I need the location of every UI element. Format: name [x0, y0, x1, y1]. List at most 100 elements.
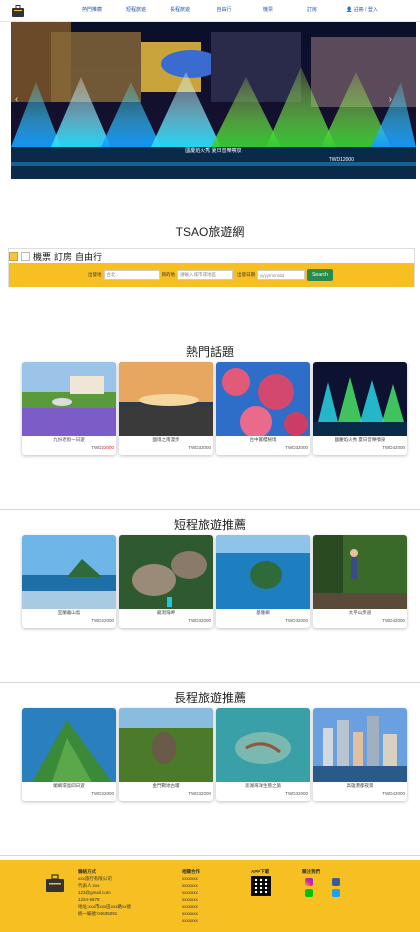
- tour-price: TWD32000: [285, 618, 308, 623]
- tour-card[interactable]: 金門戰地古蹟 TWD32000: [119, 708, 213, 801]
- hero-carousel[interactable]: ‹ › 國慶焰火秀 夏日音樂噴泉 TWD12000: [11, 22, 416, 179]
- date-input[interactable]: yyyy/mm/dd: [257, 270, 305, 280]
- partner-link[interactable]: xxxxxxx: [182, 910, 200, 917]
- nav-link-flight[interactable]: 機票: [246, 6, 290, 13]
- short-trip-cards: 宜蘭龜山島 TWD22000 龍洞灣岬 TWD32000 基隆嶼 TWD3200…: [22, 535, 407, 628]
- contact-email[interactable]: 123@gmail.com: [78, 889, 131, 896]
- tour-price: TWD22000: [91, 618, 114, 623]
- partner-link[interactable]: xxxxxxx: [182, 903, 200, 910]
- line-icon[interactable]: [305, 889, 313, 897]
- to-input[interactable]: 請輸入城市或地區: [177, 270, 233, 280]
- tour-card[interactable]: 九份老街一日遊 TWD22000: [22, 362, 116, 455]
- tour-price: TWD32000: [188, 445, 211, 450]
- tour-price: TWD32000: [188, 618, 211, 623]
- partner-link[interactable]: xxxxxxx: [182, 882, 200, 889]
- tour-card[interactable]: 蘭嶼環島四日遊 TWD22000: [22, 708, 116, 801]
- section-divider: [0, 855, 420, 856]
- tour-photo: [313, 535, 407, 609]
- section-title-hot: 熱門話題: [185, 345, 234, 359]
- hotel-tab-icon[interactable]: [21, 251, 30, 261]
- qr-code-icon[interactable]: [251, 876, 271, 896]
- tour-caption: 國境之南漫步: [152, 437, 180, 442]
- tab-flight[interactable]: 機票: [33, 250, 51, 263]
- search-form: 出發地 台北 目的地 請輸入城市或地區 出發日期 yyyy/mm/dd Sear…: [9, 263, 414, 287]
- contact-representative: 代表人:xxx: [78, 883, 100, 888]
- contact-phone: 1234-5678: [78, 897, 100, 902]
- tour-price: TWD42000: [382, 618, 405, 623]
- tour-caption: 龍洞灣岬: [157, 610, 175, 615]
- instagram-icon[interactable]: [305, 878, 313, 886]
- nav-link-free-travel[interactable]: 自由行: [202, 6, 246, 13]
- suitcase-logo-icon[interactable]: [11, 4, 25, 18]
- tab-hotel[interactable]: 訂房: [54, 250, 72, 263]
- hero-fountain-image: [11, 22, 416, 179]
- tour-caption: 基隆嶼: [256, 610, 270, 615]
- section-divider: [0, 509, 420, 510]
- twitter-icon[interactable]: [332, 889, 340, 897]
- top-navbar: 熱門推薦 短程旅遊 長程旅遊 自由行 機票 訂房 👤 註冊 / 登入: [0, 0, 420, 22]
- footer: 聯絡方式 xxx旅行有限公司 代表人:xxx 123@gmail.com 123…: [0, 860, 420, 932]
- tour-price: TWD22000: [91, 791, 114, 796]
- to-label: 目的地: [161, 272, 176, 277]
- tour-card[interactable]: 龍洞灣岬 TWD32000: [119, 535, 213, 628]
- tour-price: TWD42000: [382, 791, 405, 796]
- member-login-link[interactable]: 👤 註冊 / 登入: [334, 6, 390, 13]
- tour-caption: 國慶焰火秀 夏日音樂噴泉: [334, 437, 386, 442]
- tour-price: TWD32000: [285, 791, 308, 796]
- date-label: 出發日期: [237, 272, 255, 277]
- tour-card[interactable]: 國境之南漫步 TWD32000: [119, 362, 213, 455]
- flight-tab-icon[interactable]: [9, 251, 18, 261]
- tour-photo: [313, 362, 407, 436]
- tour-photo: [313, 708, 407, 782]
- tour-price: TWD32000: [285, 445, 308, 450]
- nav-link-hotel[interactable]: 訂房: [290, 6, 334, 13]
- from-label: 出發地: [88, 272, 102, 277]
- tour-caption: 太平山步道: [348, 610, 372, 615]
- tour-price: TWD22000: [91, 445, 114, 450]
- from-input[interactable]: 台北: [103, 270, 160, 280]
- carousel-prev-icon[interactable]: ‹: [15, 94, 18, 105]
- tour-price: TWD42000: [382, 445, 405, 450]
- nav-link-long-trip[interactable]: 長程旅遊: [158, 6, 202, 13]
- tour-photo: [216, 535, 310, 609]
- partner-heading: 相關合作: [182, 869, 200, 874]
- partner-link[interactable]: xxxxxxx: [182, 889, 200, 896]
- hero-caption: 國慶焰火秀 夏日音樂噴泉: [185, 148, 242, 154]
- tour-card[interactable]: 高雄港都夜景 TWD42000: [313, 708, 407, 801]
- site-title: TSAO旅遊網: [175, 225, 245, 239]
- tour-photo: [22, 535, 116, 609]
- section-divider: [0, 682, 420, 683]
- partner-link[interactable]: xxxxxxx: [182, 917, 200, 924]
- search-tabs: 機票 訂房 自由行: [9, 249, 105, 263]
- facebook-icon[interactable]: [332, 878, 340, 886]
- contact-heading: 聯絡方式: [78, 869, 96, 874]
- contact-address: 地址:xxx市xxx區xxx路xx號: [78, 904, 131, 909]
- search-button[interactable]: Search: [307, 269, 333, 281]
- tour-caption: 高雄港都夜景: [346, 783, 374, 788]
- tab-free-travel[interactable]: 自由行: [75, 250, 102, 263]
- tour-photo: [216, 362, 310, 436]
- nav-link-short-trip[interactable]: 短程旅遊: [114, 6, 158, 13]
- contact-tax-id: 統一編號:04635091: [78, 911, 118, 916]
- hot-cards: 九份老街一日遊 TWD22000 國境之南漫步 TWD32000 台中賞櫻秘境 …: [22, 362, 407, 455]
- tour-caption: 澎湖海洋生態之旅: [245, 783, 281, 788]
- tour-card[interactable]: 基隆嶼 TWD32000: [216, 535, 310, 628]
- suitcase-logo-icon: [46, 874, 64, 892]
- tour-card[interactable]: 太平山步道 TWD42000: [313, 535, 407, 628]
- tour-card[interactable]: 台中賞櫻秘境 TWD32000: [216, 362, 310, 455]
- tour-caption: 台中賞櫻秘境: [249, 437, 277, 442]
- app-download-heading: APP下載: [251, 869, 270, 874]
- partner-link[interactable]: xxxxxxx: [182, 875, 200, 882]
- tour-photo: [119, 708, 213, 782]
- tour-caption: 宜蘭龜山島: [57, 610, 81, 615]
- nav-link-hot[interactable]: 熱門推薦: [70, 6, 114, 13]
- search-panel: 機票 訂房 自由行 出發地 台北 目的地 請輸入城市或地區 出發日期 yyyy/…: [8, 248, 415, 287]
- contact-company: xxx旅行有限公司: [78, 876, 112, 881]
- section-title-short: 短程旅遊推薦: [173, 518, 246, 532]
- partner-link[interactable]: xxxxxxx: [182, 896, 200, 903]
- tour-card[interactable]: 國慶焰火秀 夏日音樂噴泉 TWD42000: [313, 362, 407, 455]
- tour-card[interactable]: 宜蘭龜山島 TWD22000: [22, 535, 116, 628]
- hero-price: TWD12000: [328, 157, 354, 163]
- carousel-next-icon[interactable]: ›: [389, 94, 392, 105]
- tour-card[interactable]: 澎湖海洋生態之旅 TWD32000: [216, 708, 310, 801]
